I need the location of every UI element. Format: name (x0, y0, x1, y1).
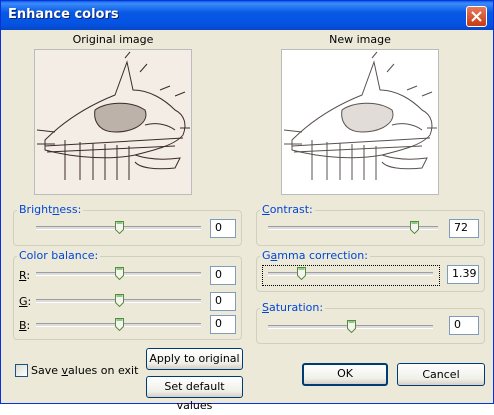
slider-thumb[interactable] (346, 320, 356, 334)
original-image-label: Original image (72, 33, 154, 46)
close-button[interactable] (466, 6, 487, 27)
cancel-button[interactable]: Cancel (397, 363, 485, 386)
gamma-label: Gamma correction: (260, 249, 370, 262)
color-balance-group (13, 256, 242, 340)
title-bar: Enhance colors (1, 1, 493, 30)
saturation-value-field[interactable]: 0 (449, 316, 479, 335)
brightness-value-field[interactable]: 0 (210, 219, 236, 238)
enhance-colors-dialog: Enhance colors Original image New image (0, 0, 494, 412)
apply-to-original-button[interactable]: Apply to original (146, 348, 243, 370)
slider-thumb[interactable] (114, 267, 124, 281)
blue-label: B: (19, 319, 31, 332)
ok-button[interactable]: OK (302, 363, 388, 386)
slider-thumb[interactable] (297, 267, 306, 281)
gamma-track (268, 272, 433, 276)
original-image (34, 49, 192, 195)
contrast-value-field[interactable]: 72 (449, 219, 479, 238)
slider-thumb[interactable] (114, 318, 124, 332)
anatomy-drawing-new (283, 51, 437, 180)
set-default-values-button[interactable]: Set default values (146, 376, 243, 412)
slider-thumb[interactable] (114, 221, 124, 235)
close-icon (471, 11, 482, 22)
blue-value-field[interactable]: 0 (210, 315, 236, 334)
green-value-field[interactable]: 0 (210, 292, 236, 311)
slider-thumb[interactable] (410, 221, 420, 235)
green-label: G: (19, 295, 32, 308)
slider-thumb[interactable] (114, 294, 124, 308)
gamma-value-field[interactable]: 1.39 (447, 265, 479, 284)
saturation-label: Saturation: (260, 301, 326, 314)
anatomy-drawing-original (36, 51, 190, 180)
brightness-label: Brightness: (17, 203, 84, 216)
window-title: Enhance colors (8, 7, 119, 22)
color-balance-label: Color balance: (17, 249, 101, 262)
new-image-label: New image (329, 33, 391, 46)
red-value-field[interactable]: 0 (210, 266, 236, 285)
save-values-checkbox[interactable] (15, 364, 28, 377)
red-label: R: (19, 269, 31, 282)
save-values-label: Save values on exit (31, 364, 139, 377)
contrast-label: Contrast: (260, 203, 315, 216)
new-image (281, 49, 439, 195)
